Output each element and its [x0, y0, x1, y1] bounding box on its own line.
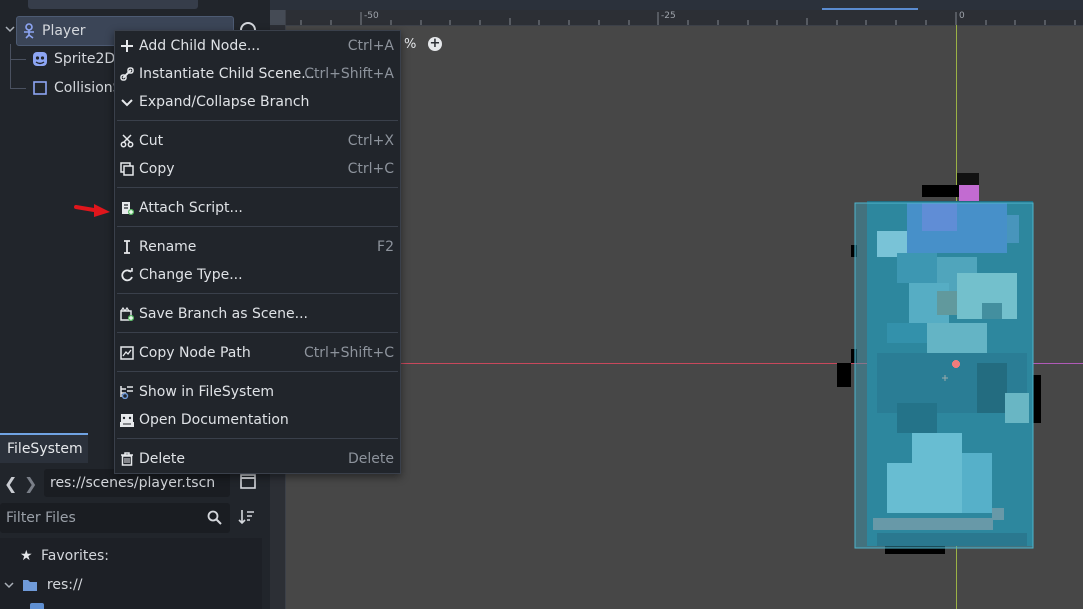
chevron-down-icon — [121, 99, 133, 107]
collision-shape-icon — [33, 81, 47, 95]
menu-item-label: Show in FileSystem — [139, 384, 275, 400]
collapse-arrow-icon[interactable] — [5, 24, 15, 34]
menu-item-label: Open Documentation — [139, 412, 289, 428]
menu-item-label: Add Child Node... — [139, 38, 261, 54]
menu-item-label: Delete — [139, 451, 185, 467]
sprite-icon — [33, 52, 47, 66]
scissors-icon — [120, 134, 134, 148]
star-icon: ★ — [20, 548, 33, 564]
chevron-down-icon — [4, 582, 14, 589]
search-icon — [207, 510, 222, 525]
menu-item-expand-collapse-branch[interactable]: Expand/Collapse Branch — [115, 88, 400, 116]
doc-icon — [120, 414, 134, 427]
menu-item-shortcut: Delete — [348, 451, 394, 467]
save-branch-icon — [120, 307, 134, 321]
menu-item-change-type[interactable]: Change Type... — [115, 261, 400, 289]
player-sprite[interactable] — [837, 173, 1043, 559]
forward-arrow-icon[interactable]: ❯ — [24, 474, 37, 493]
menu-separator — [117, 226, 398, 227]
tree-item-sprite2d[interactable]: Sprite2D — [0, 45, 116, 73]
link-icon — [120, 67, 134, 81]
ruler-label: -50 — [364, 11, 379, 21]
filter-files-input[interactable]: Filter Files — [0, 503, 230, 533]
menu-item-label: Copy — [139, 161, 175, 177]
text-cursor-icon — [124, 240, 130, 254]
menu-item-add-child-node[interactable]: Add Child Node... Ctrl+A — [115, 32, 400, 60]
menu-item-label: Save Branch as Scene... — [139, 306, 309, 322]
tab-filesystem[interactable]: FileSystem — [0, 433, 88, 463]
menu-item-attach-script[interactable]: Attach Script... — [115, 194, 400, 222]
zoom-reset-button[interactable]: + — [428, 37, 442, 51]
tree-item-collisionshape2d[interactable]: CollisionShape2D — [0, 74, 114, 102]
annotation-arrow-icon — [74, 204, 110, 217]
folder-icon — [23, 580, 38, 591]
menu-item-rename[interactable]: Rename F2 — [115, 233, 400, 261]
trash-icon — [121, 452, 133, 466]
menu-item-label: Change Type... — [139, 267, 243, 283]
menu-separator — [117, 332, 398, 333]
menu-item-shortcut: Ctrl+A — [347, 38, 394, 54]
res-folder-label: res:// — [46, 577, 83, 593]
menu-separator — [117, 293, 398, 294]
ruler-label: -25 — [661, 11, 676, 21]
menu-item-label: Rename — [139, 239, 197, 255]
menu-item-label: Expand/Collapse Branch — [139, 94, 310, 110]
menu-item-instantiate-child-scene[interactable]: Instantiate Child Scene... Ctrl+Shift+A — [115, 60, 400, 88]
menu-item-label: Copy Node Path — [139, 345, 251, 361]
menu-item-shortcut: Ctrl+Shift+C — [304, 345, 394, 361]
zoom-percent-label[interactable]: % — [404, 37, 416, 52]
script-add-icon — [122, 202, 134, 215]
ruler-corner — [270, 10, 285, 25]
back-arrow-icon[interactable]: ❮ — [4, 474, 17, 493]
menu-item-label: Attach Script... — [139, 200, 243, 216]
rotate-icon — [121, 268, 133, 282]
menu-item-copy-node-path[interactable]: Copy Node Path Ctrl+Shift+C — [115, 339, 400, 367]
copy-icon — [120, 162, 134, 176]
ruler-label: 0 — [959, 11, 965, 21]
node-path-icon — [120, 346, 134, 360]
menu-item-shortcut: Ctrl+X — [347, 133, 394, 149]
tree-item-label: Player — [42, 23, 86, 39]
menu-separator — [117, 120, 398, 121]
menu-item-open-documentation[interactable]: Open Documentation — [115, 406, 400, 434]
menu-item-show-in-filesystem[interactable]: Show in FileSystem — [115, 378, 400, 406]
viewport-toolbar — [270, 0, 1083, 10]
menu-item-shortcut: Ctrl+C — [347, 161, 394, 177]
menu-item-delete[interactable]: Delete Delete — [115, 445, 400, 473]
plus-icon — [121, 40, 133, 52]
menu-item-shortcut: F2 — [377, 239, 394, 255]
menu-item-cut[interactable]: Cut Ctrl+X — [115, 127, 400, 155]
tree-item-label: CollisionShape2D — [54, 80, 114, 96]
sort-icon[interactable] — [238, 508, 256, 526]
favorites-row[interactable]: ★ Favorites: — [20, 545, 109, 567]
menu-item-save-branch-as-scene[interactable]: Save Branch as Scene... — [115, 300, 400, 328]
scene-tree-context-menu: Add Child Node... Ctrl+A Instantiate Chi… — [114, 30, 401, 474]
folder-icon — [30, 603, 44, 609]
menu-separator — [117, 438, 398, 439]
filesystem-icon — [120, 386, 133, 399]
character-body-icon — [24, 23, 34, 39]
favorites-label: Favorites: — [41, 548, 109, 564]
menu-separator — [117, 187, 398, 188]
res-folder-row[interactable]: res:// — [4, 574, 82, 596]
menu-item-shortcut: Ctrl+Shift+A — [304, 66, 394, 82]
menu-item-label: Instantiate Child Scene... — [139, 66, 315, 82]
tree-item-label: Sprite2D — [54, 51, 116, 67]
menu-item-copy[interactable]: Copy Ctrl+C — [115, 155, 400, 183]
split-view-icon[interactable] — [240, 474, 256, 490]
menu-separator — [117, 371, 398, 372]
menu-item-label: Cut — [139, 133, 164, 149]
